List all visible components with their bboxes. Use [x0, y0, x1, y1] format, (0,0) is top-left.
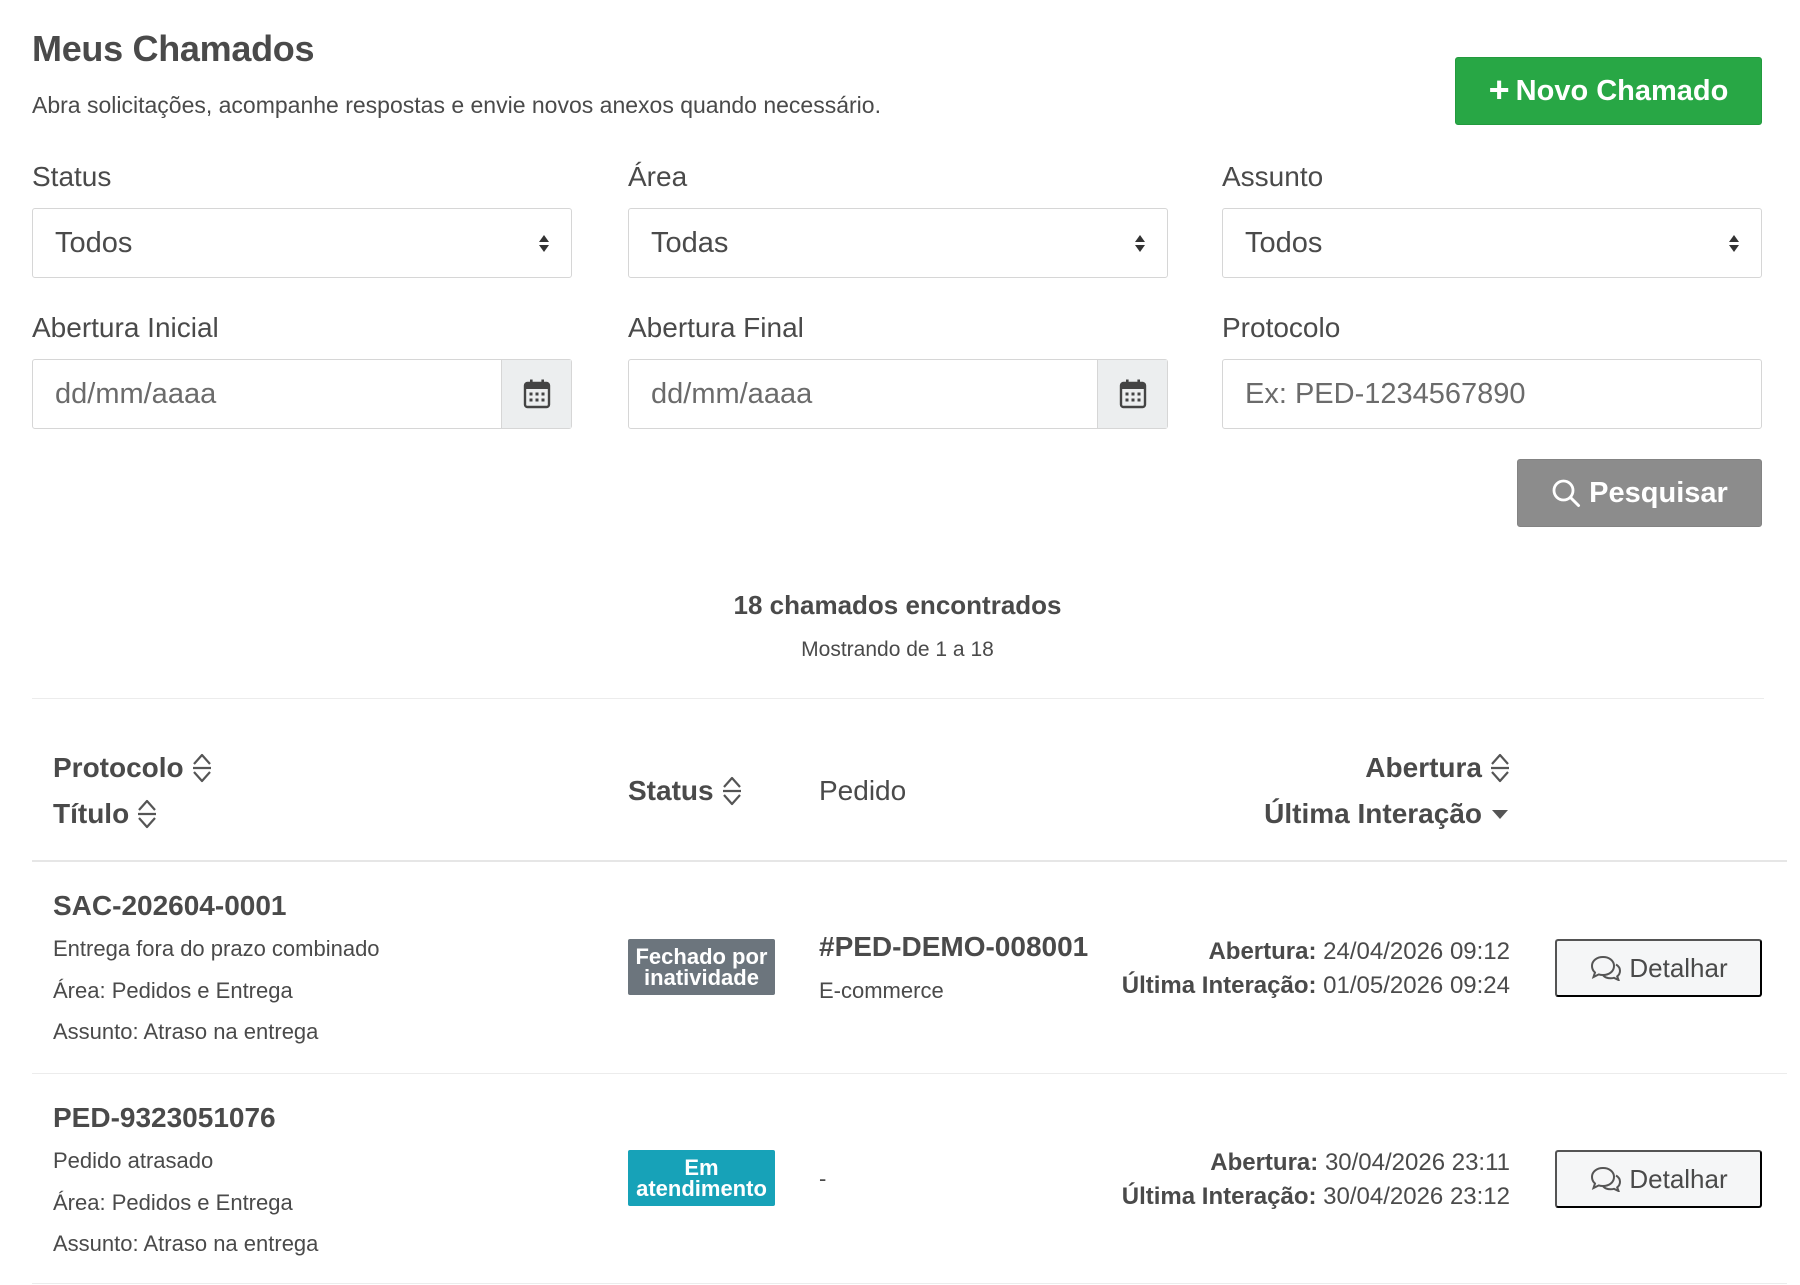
sort-desc-icon: [1492, 810, 1508, 819]
row-protocol: SAC-202604-0001: [53, 890, 287, 921]
detail-button-label: Detalhar: [1629, 952, 1728, 983]
search-icon: [1552, 479, 1581, 507]
header-opening-label: Abertura: [1365, 752, 1482, 783]
last-interaction-label: Última Interação:: [1121, 972, 1317, 999]
opening-date: Abertura: 24/04/2026 09:12: [1208, 938, 1510, 966]
sort-icon: [722, 776, 741, 806]
opening-value: 24/04/2026 09:12: [1323, 938, 1510, 965]
sort-icon: [138, 799, 157, 829]
select-arrows-icon: [539, 234, 549, 252]
filter-opening-end-label: Abertura Final: [628, 312, 804, 343]
header-status[interactable]: Status: [628, 775, 742, 807]
header-status-label: Status: [628, 775, 714, 806]
chat-icon: [1591, 1166, 1622, 1192]
last-interaction-date: Última Interação: 30/04/2026 23:12: [1122, 1183, 1510, 1211]
chat-icon: [1591, 955, 1622, 981]
status-select-value: Todos: [55, 226, 133, 259]
table-header-divider: [32, 860, 1787, 862]
page-subtitle: Abra solicitações, acompanhe respostas e…: [32, 92, 881, 118]
new-ticket-button[interactable]: + Novo Chamado: [1455, 57, 1762, 125]
header-last-interaction[interactable]: Última Interação: [1264, 798, 1510, 830]
filter-area: Área Todas: [628, 160, 1168, 278]
row-divider: [32, 1283, 1787, 1284]
subject-select-value: Todos: [1245, 226, 1323, 259]
plus-icon: +: [1488, 68, 1510, 110]
calendar-icon[interactable]: [501, 360, 571, 428]
area-select[interactable]: Todas: [628, 208, 1168, 278]
header-order-label: Pedido: [819, 775, 907, 806]
detail-button[interactable]: Detalhar: [1555, 939, 1762, 997]
opening-end-field: dd/mm/aaaa: [628, 359, 1168, 429]
new-ticket-label: Novo Chamado: [1515, 74, 1729, 107]
row-title: Pedido atrasado: [53, 1148, 214, 1173]
status-badge: Fechado por inatividade: [628, 939, 775, 995]
last-interaction-label: Última Interação:: [1121, 1183, 1317, 1210]
row-area: Área: Pedidos e Entrega: [53, 978, 293, 1003]
page: Meus Chamados Abra solicitações, acompan…: [0, 0, 1800, 1285]
status-badge: Em atendimento: [628, 1150, 775, 1206]
order-empty: -: [819, 1166, 827, 1191]
filter-opening-start-label: Abertura Inicial: [32, 312, 219, 343]
row-subject: Assunto: Atraso na entrega: [53, 1019, 319, 1044]
detail-button[interactable]: Detalhar: [1555, 1150, 1762, 1208]
filter-subject-label: Assunto: [1222, 161, 1324, 192]
search-button-label: Pesquisar: [1589, 476, 1728, 509]
last-interaction-value: 01/05/2026 09:24: [1323, 972, 1510, 999]
select-arrows-icon: [1729, 234, 1739, 252]
row-area: Área: Pedidos e Entrega: [53, 1190, 293, 1215]
last-interaction-date: Última Interação: 01/05/2026 09:24: [1122, 972, 1510, 1000]
filter-status: Status Todos: [32, 160, 572, 278]
order-channel: E-commerce: [819, 978, 944, 1003]
results-count: 18 chamados encontrados: [733, 590, 1062, 620]
opening-start-input[interactable]: dd/mm/aaaa: [33, 360, 501, 428]
header-title[interactable]: Título: [53, 798, 157, 830]
opening-start-field: dd/mm/aaaa: [32, 359, 572, 429]
row-protocol: PED-9323051076: [53, 1102, 276, 1133]
search-button[interactable]: Pesquisar: [1517, 459, 1762, 527]
header-order: Pedido: [819, 775, 906, 807]
status-select[interactable]: Todos: [32, 208, 572, 278]
row-subject: Assunto: Atraso na entrega: [53, 1231, 319, 1256]
calendar-icon[interactable]: [1097, 360, 1167, 428]
area-select-value: Todas: [651, 226, 729, 259]
opening-label: Abertura:: [1210, 1149, 1319, 1176]
filter-protocol-label: Protocolo: [1222, 312, 1341, 343]
opening-label: Abertura:: [1208, 938, 1317, 965]
subject-select[interactable]: Todos: [1222, 208, 1762, 278]
page-title: Meus Chamados: [32, 28, 315, 69]
sort-icon: [192, 753, 211, 783]
filter-opening-end: Abertura Final dd/mm/aaaa: [628, 311, 1168, 429]
order-id: #PED-DEMO-008001: [819, 931, 1089, 962]
header-opening[interactable]: Abertura: [1365, 752, 1510, 784]
header-protocol[interactable]: Protocolo: [53, 752, 212, 784]
opening-date: Abertura: 30/04/2026 23:11: [1210, 1149, 1510, 1177]
sort-icon: [1491, 753, 1509, 783]
opening-value: 30/04/2026 23:11: [1324, 1149, 1510, 1176]
filter-subject: Assunto Todos: [1222, 160, 1762, 278]
header-protocol-label: Protocolo: [53, 752, 184, 783]
header-last-interaction-label: Última Interação: [1264, 798, 1482, 829]
divider: [32, 698, 1764, 699]
last-interaction-value: 30/04/2026 23:12: [1323, 1183, 1510, 1210]
select-arrows-icon: [1135, 234, 1145, 252]
results-range: Mostrando de 1 a 18: [801, 638, 994, 661]
row-divider: [32, 1073, 1787, 1074]
filter-area-label: Área: [628, 161, 688, 192]
opening-end-input[interactable]: dd/mm/aaaa: [629, 360, 1097, 428]
detail-button-label: Detalhar: [1629, 1163, 1728, 1194]
filter-status-label: Status: [32, 161, 112, 192]
row-title: Entrega fora do prazo combinado: [53, 936, 380, 961]
filter-protocol: Protocolo Ex: PED-1234567890: [1222, 311, 1762, 429]
filter-opening-start: Abertura Inicial dd/mm/aaaa: [32, 311, 572, 429]
header-title-label: Título: [53, 798, 130, 829]
protocol-input[interactable]: Ex: PED-1234567890: [1222, 359, 1762, 429]
